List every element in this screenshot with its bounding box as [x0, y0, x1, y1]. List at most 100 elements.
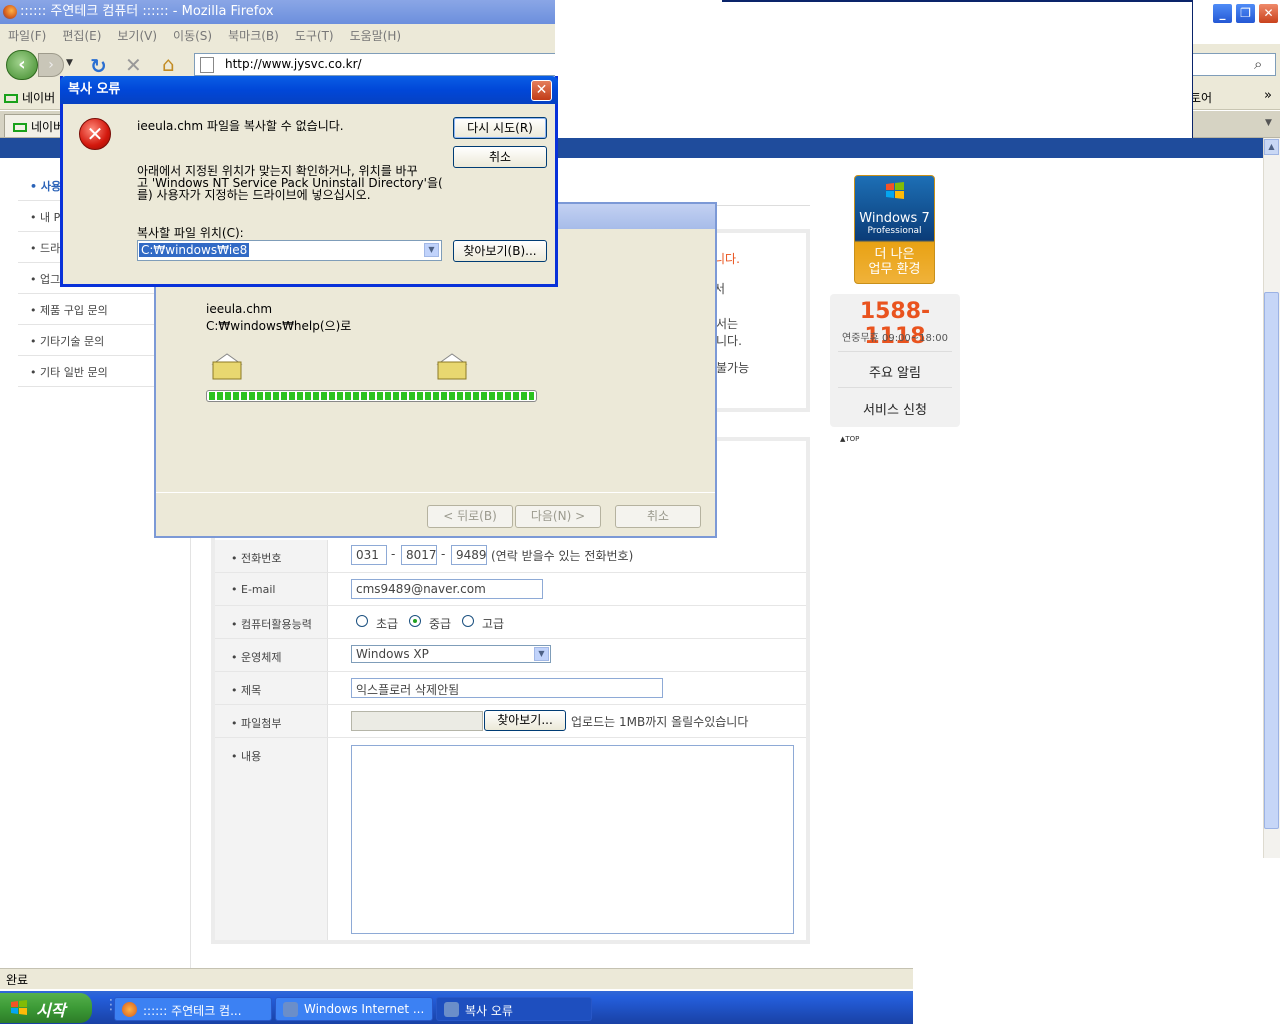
- win7-brand: Windows 7: [859, 211, 930, 226]
- skill-option-label: 초급: [376, 617, 399, 631]
- file-note: 업로드는 1MB까지 올릴수있습니다: [571, 715, 749, 729]
- notice-link[interactable]: 주요 알림: [838, 362, 952, 381]
- menu-file[interactable]: 파일(F): [0, 24, 54, 44]
- history-dropdown-icon[interactable]: ▼: [66, 58, 73, 68]
- back-button[interactable]: ‹: [6, 50, 38, 80]
- task-ie-setup[interactable]: Windows Internet ...: [275, 997, 433, 1021]
- bookmark-naver[interactable]: 네이버: [4, 89, 55, 106]
- phone-dash-2: -: [441, 547, 446, 561]
- next-dialog-button[interactable]: 다음(N) >: [515, 505, 601, 528]
- start-label: 시작: [36, 1001, 66, 1020]
- back-dialog-button[interactable]: < 뒤로(B): [427, 505, 513, 528]
- file-path-field[interactable]: [351, 711, 483, 731]
- email-field[interactable]: cms9489@naver.com: [351, 579, 543, 599]
- stop-icon[interactable]: ✕: [125, 53, 142, 77]
- dialog-divider: [156, 492, 715, 493]
- destination-folder-icon: [436, 353, 468, 380]
- menu-bookmarks[interactable]: 북마크(B): [220, 24, 287, 44]
- os-select[interactable]: Windows XP ▼: [351, 645, 551, 663]
- url-text[interactable]: http://www.jysvc.co.kr/: [225, 57, 362, 71]
- info-text-5: 불가능: [716, 361, 750, 375]
- error-dialog-title: 복사 오류: [60, 76, 558, 104]
- bookmark-label: 네이버: [22, 91, 56, 105]
- menu-tools[interactable]: 도구(T): [287, 24, 342, 44]
- skill-radio-beginner[interactable]: [356, 615, 368, 627]
- copy-progress-bar: [206, 390, 537, 402]
- status-text: 완료: [6, 973, 29, 987]
- tab-list-icon[interactable]: ▼: [1265, 118, 1272, 128]
- naver-icon: [4, 94, 18, 103]
- os-label: • 운영체제: [215, 639, 327, 671]
- chevron-down-icon[interactable]: ▼: [534, 647, 549, 661]
- win7-edition: Professional: [867, 226, 922, 236]
- file-label: • 파일첨부: [215, 705, 327, 737]
- menu-view[interactable]: 보기(V): [109, 24, 165, 44]
- error-message: ieeula.chm 파일을 복사할 수 없습니다.: [137, 119, 344, 133]
- retry-button[interactable]: 다시 시도(R): [453, 117, 547, 139]
- content-textarea[interactable]: [351, 745, 794, 934]
- naver-icon: [13, 123, 27, 132]
- subject-field[interactable]: 익스플로러 삭제안됨: [351, 678, 663, 698]
- close-button[interactable]: ✕: [1258, 3, 1279, 24]
- file-location-value[interactable]: C:₩windows₩ie8: [139, 243, 250, 257]
- skill-radio-intermediate[interactable]: [409, 615, 421, 627]
- phone-label: • 전화번호: [215, 540, 327, 572]
- error-icon: ✕: [79, 118, 111, 150]
- menu-bar: 파일(F) 편집(E) 보기(V) 이동(S) 북마크(B) 도구(T) 도움말(H): [0, 24, 555, 44]
- phone-field-2[interactable]: 8017: [401, 545, 437, 565]
- form-row-skill: • 컴퓨터활용능력: [215, 606, 806, 639]
- subject-label: • 제목: [215, 672, 327, 704]
- bookmark-right[interactable]: 토어: [1190, 89, 1212, 106]
- forward-button[interactable]: ›: [38, 53, 64, 77]
- overlay-window-edge: [722, 0, 1193, 2]
- error-cancel-button[interactable]: 취소: [453, 146, 547, 168]
- info-text-4: 니다.: [716, 334, 742, 348]
- windows-logo-icon: [11, 1000, 27, 1015]
- window-controls: _ ❐ ✕: [1210, 3, 1279, 24]
- source-folder-icon: [211, 353, 243, 380]
- email-label: • E-mail: [215, 573, 327, 605]
- page-icon: [200, 57, 214, 73]
- file-browse-button[interactable]: 찾아보기...: [484, 710, 566, 731]
- copy-file-name: ieeula.chm: [206, 302, 273, 316]
- setup-icon: [283, 1002, 298, 1017]
- service-request-link[interactable]: 서비스 신청: [838, 399, 952, 418]
- status-bar: 완료: [0, 968, 913, 989]
- reload-icon[interactable]: ↻: [90, 54, 107, 78]
- restore-button[interactable]: ❐: [1235, 3, 1256, 24]
- skill-option-label: 고급: [482, 617, 505, 631]
- menu-edit[interactable]: 편집(E): [54, 24, 109, 44]
- error-close-button[interactable]: ✕: [531, 80, 552, 101]
- tab-naver[interactable]: 네이버: [4, 114, 64, 137]
- scrollbar-thumb[interactable]: [1264, 292, 1279, 829]
- error-browse-button[interactable]: 찾아보기(B)...: [453, 240, 547, 262]
- chevron-down-icon[interactable]: ▼: [424, 243, 439, 257]
- scroll-up-icon[interactable]: ▲: [1264, 139, 1279, 155]
- os-value: Windows XP: [356, 647, 429, 661]
- cancel-dialog-button[interactable]: 취소: [615, 505, 701, 528]
- firefox-icon: [3, 5, 17, 19]
- task-copy-error[interactable]: 복사 오류: [436, 997, 592, 1021]
- menu-go[interactable]: 이동(S): [165, 24, 220, 44]
- home-icon[interactable]: ⌂: [162, 52, 175, 76]
- phone-note: (연락 받을수 있는 전화번호): [491, 549, 634, 563]
- minimize-button[interactable]: _: [1212, 3, 1233, 24]
- menu-help[interactable]: 도움말(H): [342, 24, 410, 44]
- win7-slogan: 더 나은 업무 환경: [868, 247, 921, 277]
- phone-field-3[interactable]: 9489: [451, 545, 487, 565]
- windows-logo-icon: [886, 182, 904, 199]
- info-text-1: 니다.: [714, 252, 740, 266]
- top-link[interactable]: ▲TOP: [840, 435, 859, 443]
- window-title: :::::: 주연테크 컴퓨터 :::::: - Mozilla Firefox: [20, 4, 274, 19]
- bookmarks-more-icon[interactable]: »: [1264, 88, 1272, 103]
- overlay-window: [555, 0, 1193, 158]
- phone-dash-1: -: [391, 547, 396, 561]
- firefox-icon: [122, 1002, 137, 1017]
- search-icon[interactable]: ⌕: [1254, 55, 1262, 73]
- phone-field-1[interactable]: 031: [351, 545, 387, 565]
- copy-progress-fill: [209, 392, 534, 400]
- copy-destination: C:₩windows₩help(으)로: [206, 319, 352, 333]
- skill-radio-advanced[interactable]: [462, 615, 474, 627]
- content-label: • 내용: [215, 738, 327, 940]
- task-firefox[interactable]: :::::: 주연테크 컴...: [114, 997, 272, 1021]
